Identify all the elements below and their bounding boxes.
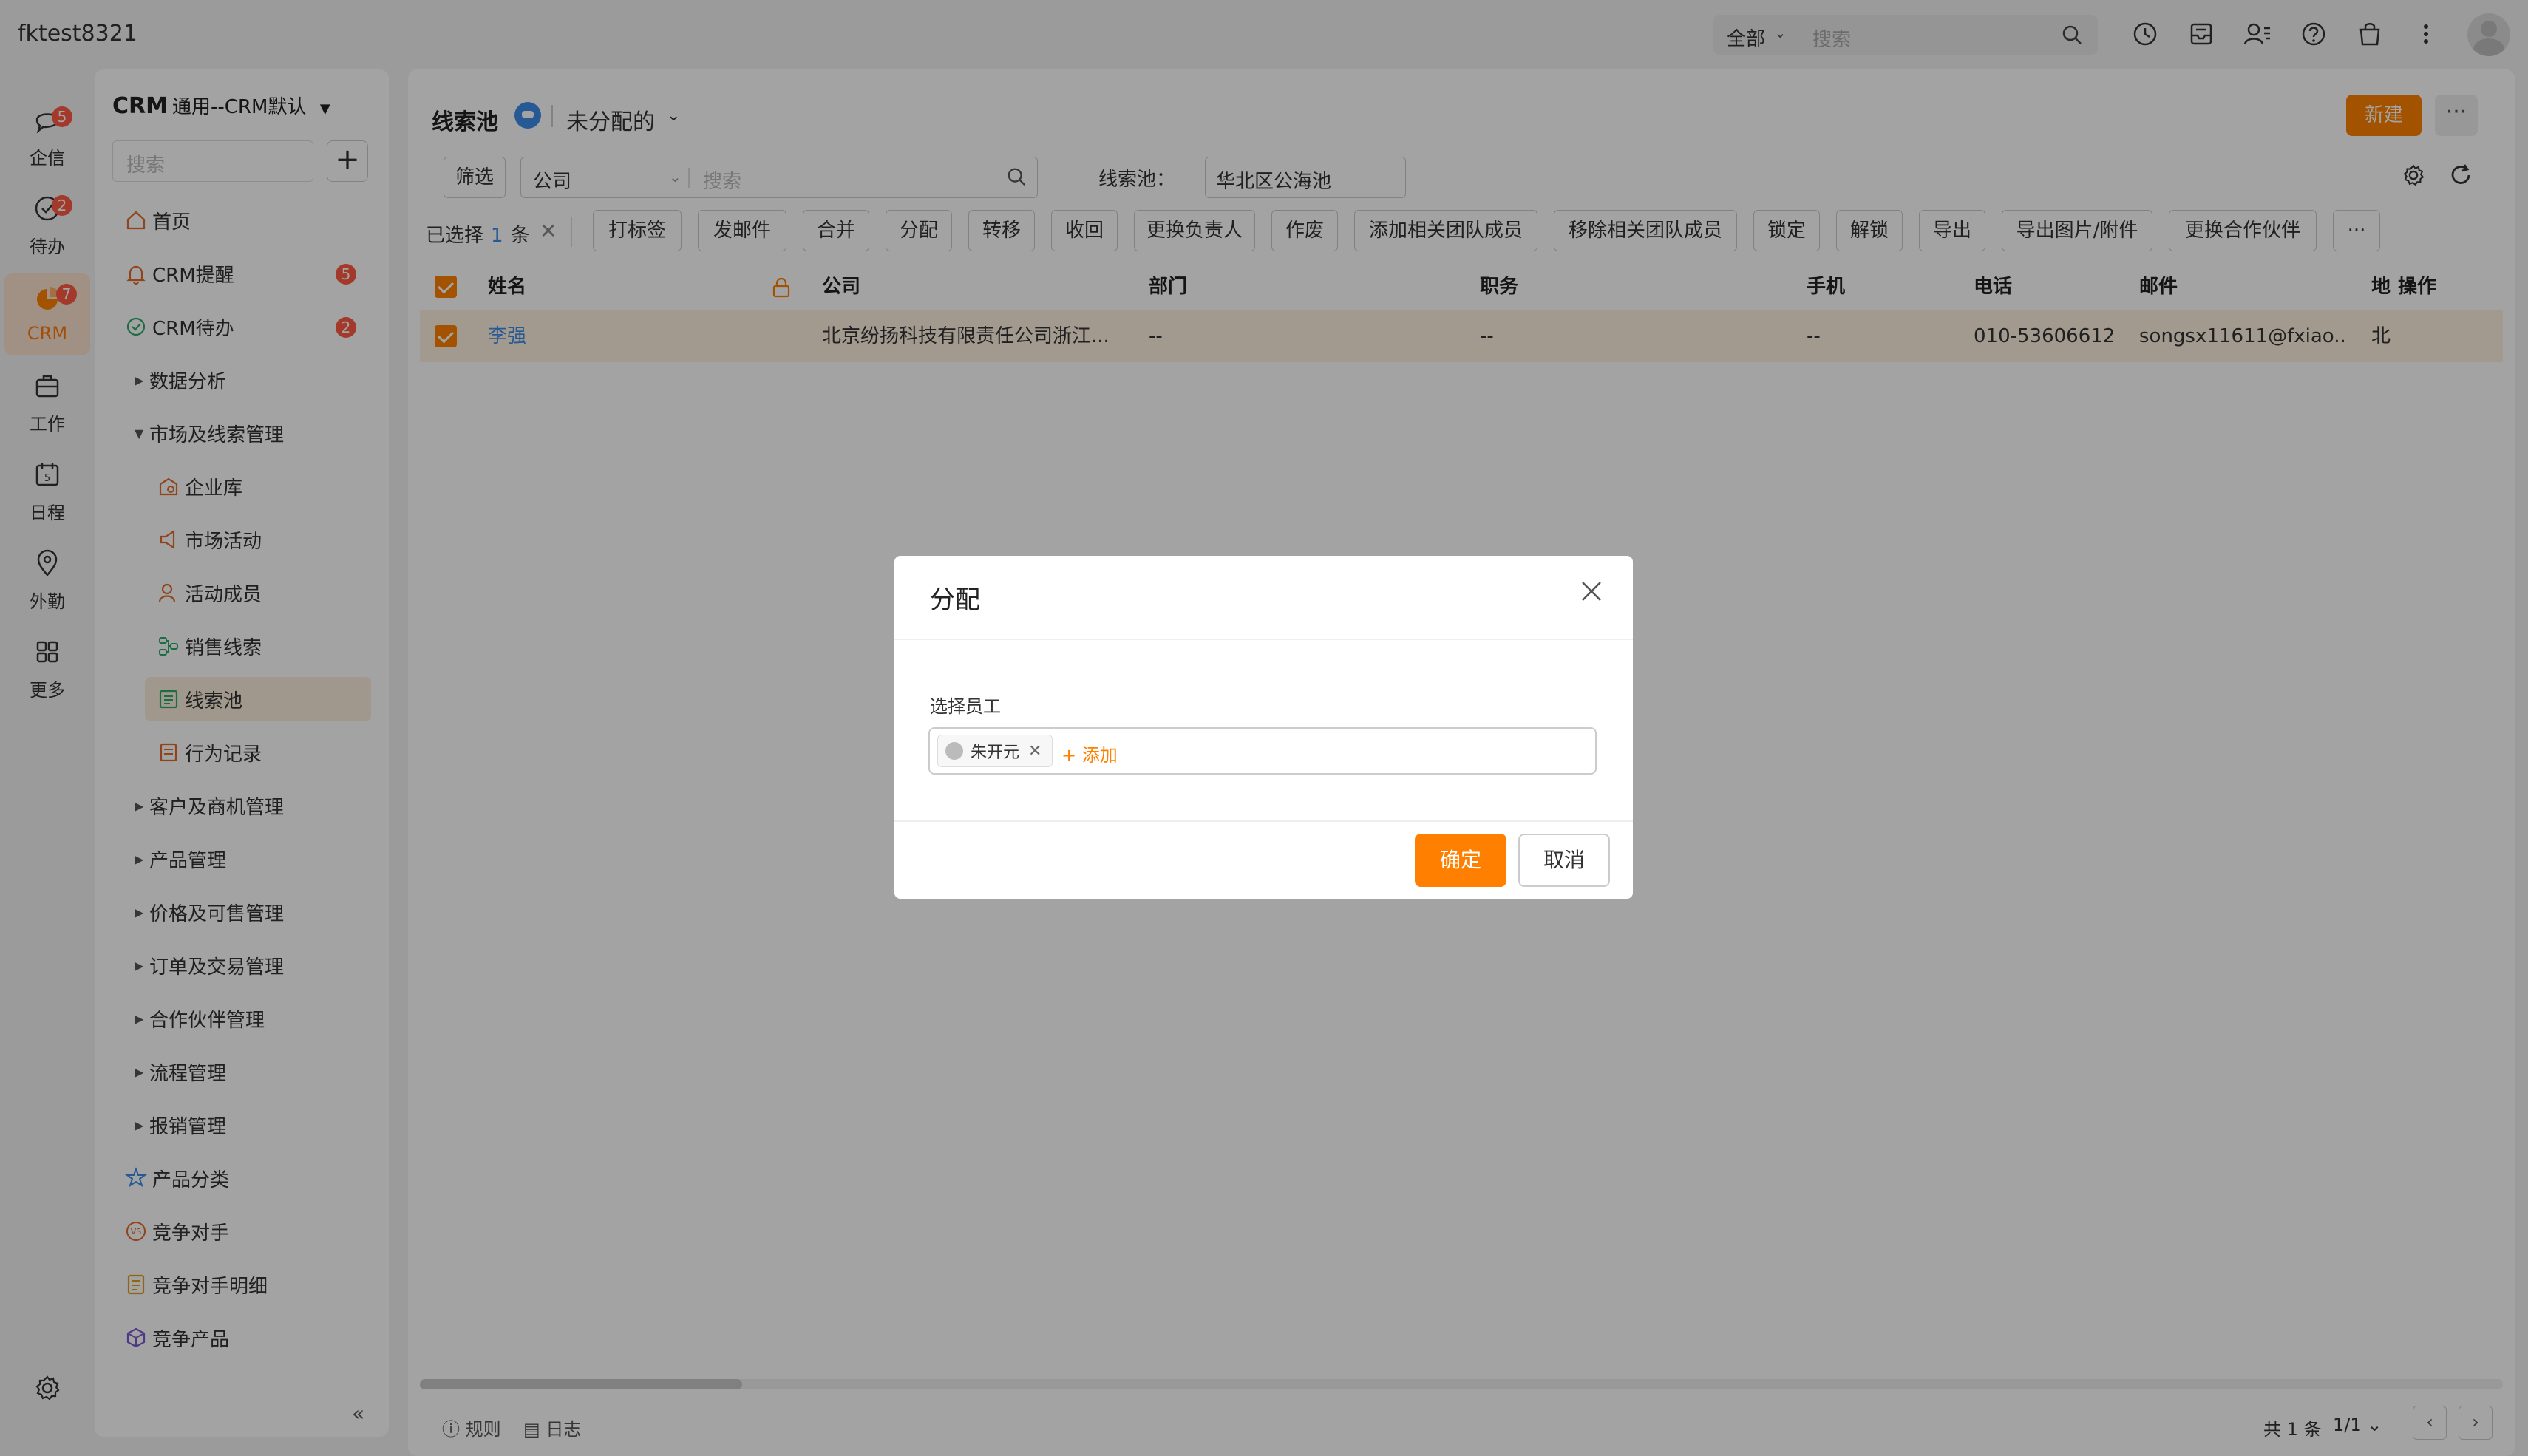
employee-field-label: 选择员工 bbox=[930, 696, 1001, 717]
add-employee-link[interactable]: + 添加 bbox=[1061, 741, 1118, 766]
close-icon[interactable] bbox=[1580, 578, 1603, 608]
employee-selector[interactable]: 朱开元 ✕ + 添加 bbox=[928, 727, 1597, 775]
dialog-divider bbox=[894, 639, 1633, 640]
assign-dialog: 分配 选择员工 朱开元 ✕ + 添加 确定 取消 bbox=[894, 556, 1633, 899]
app-root: fktest8321 全部 ⌄ 搜索 企信 5 待办 2 CRM 7 工作 5 … bbox=[0, 0, 2528, 1456]
employee-name: 朱开元 bbox=[971, 744, 1020, 762]
dialog-divider bbox=[894, 820, 1633, 822]
remove-tag-icon[interactable]: ✕ bbox=[1028, 742, 1042, 761]
cancel-button[interactable]: 取消 bbox=[1518, 834, 1610, 887]
confirm-button[interactable]: 确定 bbox=[1415, 834, 1506, 887]
employee-tag: 朱开元 ✕ bbox=[937, 735, 1053, 767]
employee-avatar bbox=[945, 742, 963, 760]
dialog-title: 分配 bbox=[930, 585, 980, 615]
